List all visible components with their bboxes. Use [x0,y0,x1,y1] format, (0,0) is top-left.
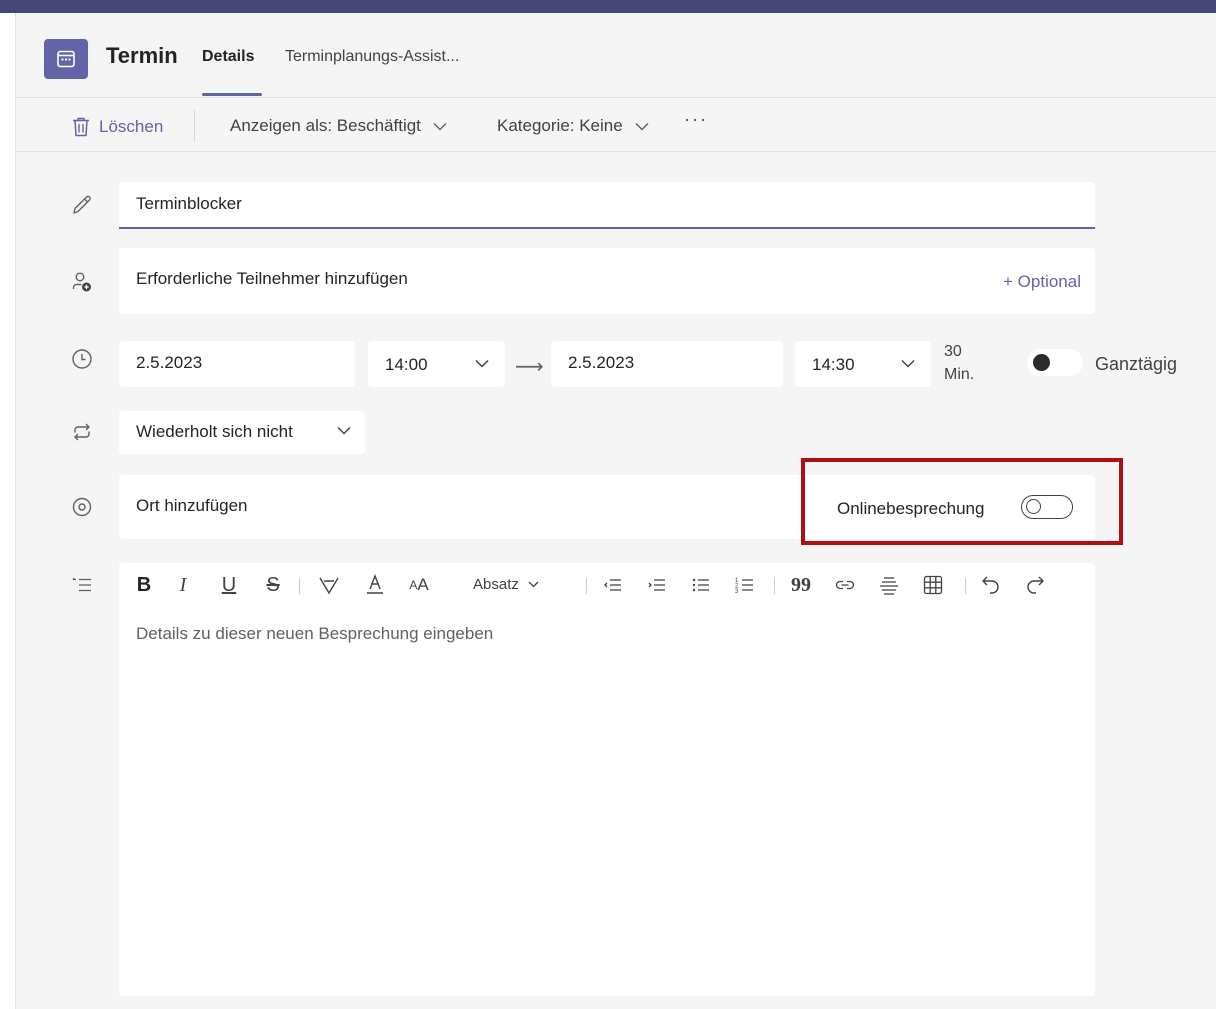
end-date-value: 2.5.2023 [568,353,635,372]
app-top-bar [0,0,1216,13]
left-rail-edge [0,13,16,1009]
duration-label: 30 Min. [944,340,974,386]
attendees-input[interactable]: Erforderliche Teilnehmer hinzufügen + Op… [119,248,1095,314]
paragraph-style-dropdown[interactable]: Absatz [473,576,539,593]
delete-button[interactable]: Löschen [71,116,163,138]
toolbar-separator [965,578,966,594]
bullet-list-icon [692,578,709,592]
details-placeholder: Details zu dieser neuen Besprechung eing… [136,624,494,643]
pencil-icon [68,191,96,219]
paragraph-style-label: Absatz [473,576,519,593]
chevron-down-icon [433,122,447,130]
add-person-icon [68,268,96,296]
end-time-value: 14:30 [812,355,855,374]
highlighter-icon [319,577,339,595]
more-options-button[interactable]: ··· [684,109,708,130]
repeat-icon [68,418,96,446]
svg-text:3: 3 [735,589,739,595]
location-placeholder: Ort hinzufügen [136,496,248,515]
form-header: Termin Details Terminplanungs-Assist... [16,13,1216,98]
font-size-button[interactable]: AA [404,572,434,598]
horizontal-rule-button[interactable] [876,572,902,598]
insert-table-button[interactable] [920,572,946,598]
bulleted-list-button[interactable] [688,572,714,598]
page-title: Termin [106,43,178,68]
details-editor[interactable]: B I U S AA Absatz 1 2 3 99 Details zu di… [119,563,1095,996]
font-color-button[interactable] [362,572,388,598]
show-as-dropdown[interactable]: Anzeigen als: Beschäftigt [230,116,447,136]
all-day-label: Ganztägig [1095,354,1178,374]
start-date-value: 2.5.2023 [136,353,203,372]
show-as-label: Anzeigen als: Beschäftigt [230,116,421,135]
arrow-right-icon: ⟶ [515,356,544,378]
link-icon [835,580,855,590]
duration-value: 30 [944,343,962,360]
toolbar-separator [586,578,587,594]
start-time-dropdown[interactable]: 14:00 [368,341,505,387]
numbered-list-icon: 123 [735,578,753,595]
meeting-form-panel: Termin Details Terminplanungs-Assist... … [16,13,1216,1009]
highlight-button[interactable] [316,572,342,598]
repeat-value: Wiederholt sich nicht [136,422,293,441]
command-bar: Löschen Anzeigen als: Beschäftigt Katego… [16,98,1216,152]
repeat-dropdown[interactable]: Wiederholt sich nicht [119,411,365,454]
increase-indent-button[interactable] [644,572,670,598]
text-description-icon [68,571,96,599]
redo-icon [1027,576,1044,594]
end-date-picker[interactable]: 2.5.2023 [551,341,783,387]
indent-icon [648,579,665,591]
table-icon [923,575,943,595]
toggle-knob [1033,354,1050,371]
decrease-indent-button[interactable] [600,572,626,598]
chevron-down-icon [901,359,915,368]
all-day-toggle[interactable] [1027,349,1083,376]
toolbar-separator [774,578,775,594]
category-label: Kategorie: Keine [497,116,623,135]
horizontal-line-icon [880,577,898,595]
start-date-picker[interactable]: 2.5.2023 [119,341,355,387]
trash-icon [73,117,89,137]
redo-button[interactable] [1022,572,1048,598]
clock-icon [68,345,96,373]
end-time-dropdown[interactable]: 14:30 [795,341,931,387]
category-dropdown[interactable]: Kategorie: Keine [497,116,649,136]
chevron-down-icon [475,359,489,368]
highlight-annotation-box [801,458,1123,545]
numbered-list-button[interactable]: 123 [732,572,758,598]
font-color-icon [367,574,383,594]
command-separator [194,110,195,142]
title-input[interactable]: Terminblocker [119,182,1095,229]
bold-button[interactable]: B [133,572,155,598]
add-optional-link[interactable]: + Optional [1003,272,1081,292]
toolbar-separator [299,578,300,594]
format-toolbar: B I U S AA Absatz 1 2 3 99 [119,563,1095,609]
underline-button[interactable]: U [218,572,240,598]
duration-unit: Min. [944,366,975,383]
quote-button[interactable]: 99 [788,572,814,598]
attendees-placeholder: Erforderliche Teilnehmer hinzufügen [136,269,408,288]
calendar-icon [44,39,88,79]
chevron-down-icon [635,122,649,130]
strikethrough-button[interactable]: S [262,572,284,598]
chevron-down-icon [528,581,539,588]
location-pin-icon [68,493,96,521]
italic-button[interactable]: I [172,572,194,598]
delete-label: Löschen [99,117,164,136]
title-input-value: Terminblocker [136,194,242,213]
undo-button[interactable] [978,572,1004,598]
outdent-icon [604,579,621,591]
start-time-value: 14:00 [385,355,428,374]
tab-scheduling-assistant[interactable]: Terminplanungs-Assist... [285,48,459,66]
tab-details[interactable]: Details [202,48,254,66]
insert-link-button[interactable] [832,572,858,598]
selected-tab-indicator [202,93,262,96]
undo-icon [982,576,999,594]
chevron-down-icon [337,426,351,435]
